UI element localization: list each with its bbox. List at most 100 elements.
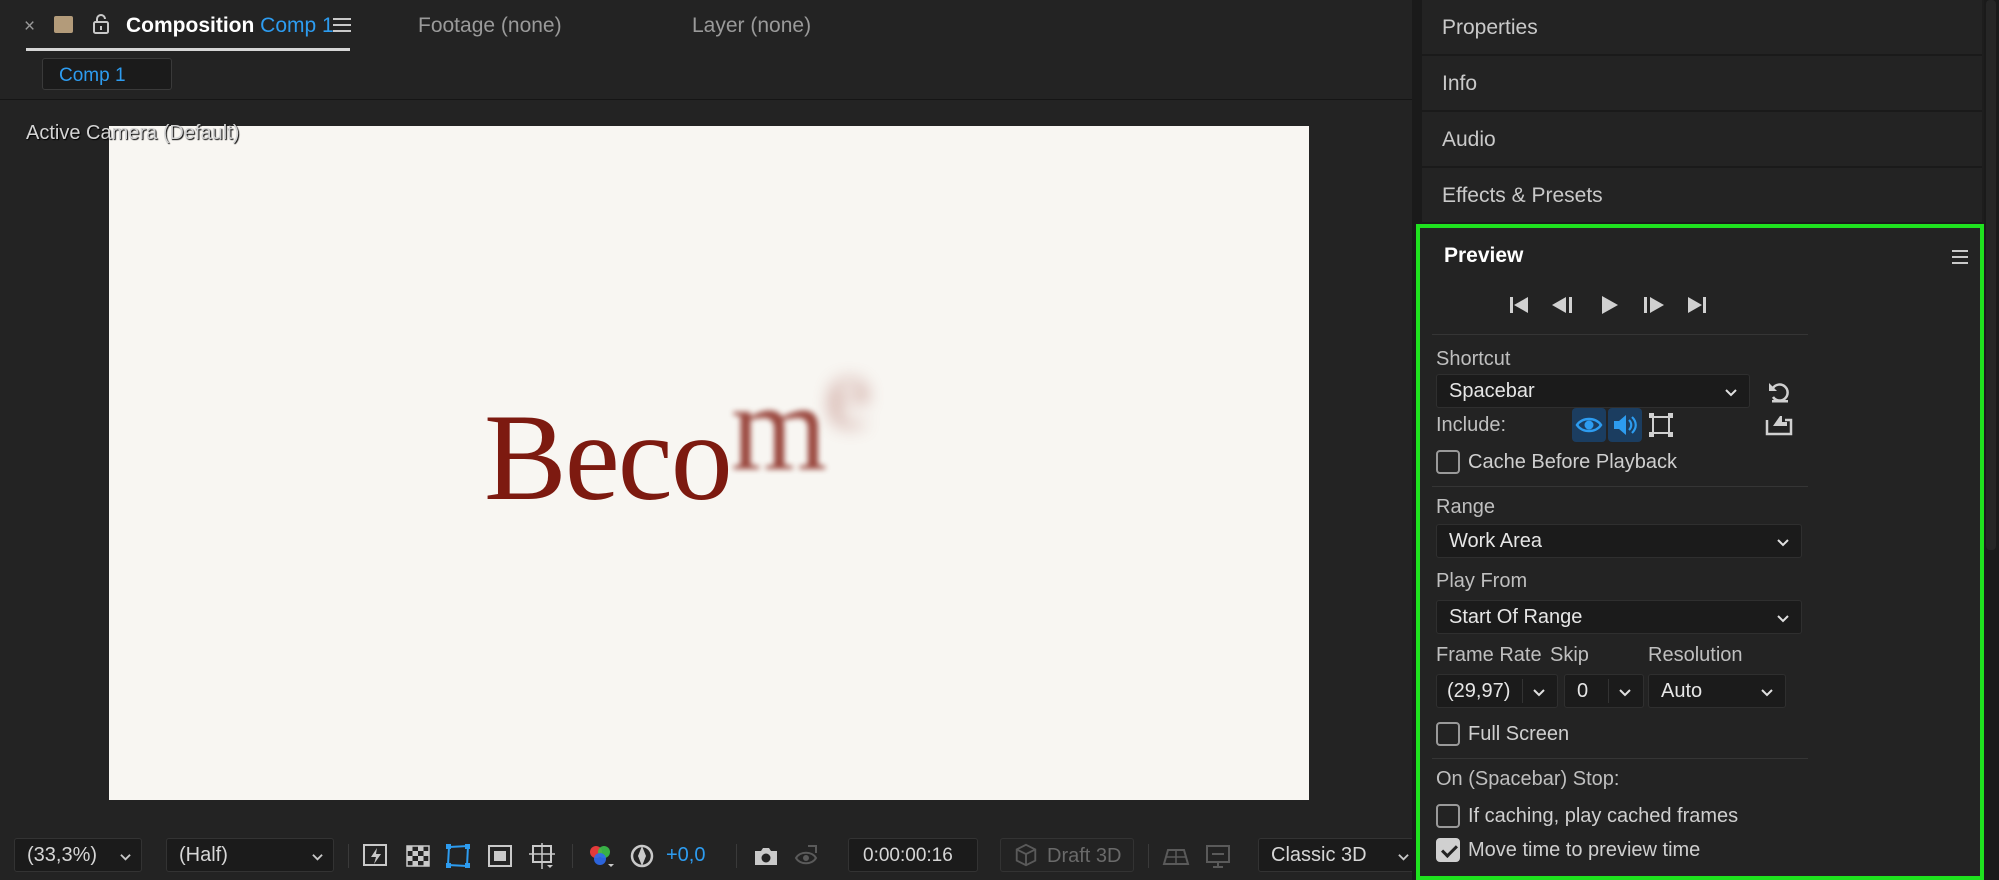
transparency-grid-icon[interactable]: [404, 842, 432, 870]
toolbar-divider: [1148, 844, 1149, 868]
draft-3d-toggle[interactable]: Draft 3D: [1000, 838, 1134, 872]
info-panel-header[interactable]: Info: [1422, 56, 1982, 110]
first-frame-icon[interactable]: [1506, 292, 1532, 318]
grid-guides-icon[interactable]: [528, 842, 556, 870]
resolution-value: Auto: [1661, 680, 1703, 702]
include-audio-toggle[interactable]: [1608, 408, 1642, 442]
panel-menu-icon[interactable]: [1952, 250, 1968, 264]
composition-canvas[interactable]: Become: [109, 126, 1309, 800]
effects-presets-panel-title: Effects & Presets: [1442, 184, 1603, 207]
section-divider: [1432, 486, 1808, 487]
region-of-interest-icon[interactable]: [486, 842, 514, 870]
skip-label: Skip: [1550, 644, 1589, 666]
3d-view-icon[interactable]: [1204, 842, 1232, 870]
mask-visibility-icon[interactable]: [444, 842, 472, 870]
resolution-label: Resolution: [1648, 644, 1743, 666]
chevron-down-icon: [1533, 689, 1545, 697]
zoom-value: (33,3%): [27, 844, 98, 866]
tab-composition-label: Composition: [126, 14, 255, 37]
resolution-dropdown[interactable]: (Half): [166, 838, 334, 872]
section-divider: [1432, 758, 1808, 759]
chevron-down-icon: [120, 854, 131, 861]
active-camera-label: Active Camera (Default): [26, 122, 240, 144]
previous-frame-icon[interactable]: [1550, 292, 1576, 318]
tab-composition-name: Comp 1: [260, 14, 334, 37]
composition-toolbar: (33,3%) (Half) +0,0 0:00:00:16 Draft 3D …: [0, 830, 1420, 880]
canvas-text-main: Beco: [484, 389, 733, 526]
fast-previews-icon[interactable]: [362, 842, 390, 870]
include-overlays-toggle[interactable]: [1644, 408, 1678, 442]
on-stop-label: On (Spacebar) Stop:: [1436, 768, 1620, 790]
play-from-label: Play From: [1436, 570, 1528, 592]
toolbar-divider: [348, 844, 349, 868]
active-tab-underline: [26, 48, 350, 51]
play-from-value: Start Of Range: [1449, 606, 1583, 628]
lock-icon[interactable]: [91, 13, 111, 35]
eye-icon: [1575, 417, 1603, 433]
color-channels-icon[interactable]: [586, 842, 614, 870]
canvas-text-layer[interactable]: Become: [484, 341, 871, 520]
skip-value: 0: [1577, 680, 1589, 702]
range-dropdown[interactable]: Work Area: [1436, 524, 1802, 558]
shortcut-label: Shortcut: [1436, 348, 1511, 370]
shortcut-dropdown[interactable]: Spacebar: [1436, 374, 1750, 408]
composition-viewer[interactable]: Active Camera (Default) Become: [0, 100, 1412, 830]
include-video-toggle[interactable]: [1572, 408, 1606, 442]
show-snapshot-icon[interactable]: [792, 842, 820, 870]
effects-presets-panel-header[interactable]: Effects & Presets: [1422, 168, 1982, 222]
frame-rate-label: Frame Rate: [1436, 644, 1542, 666]
right-scrollbar-thumb[interactable]: [1986, 0, 1996, 550]
properties-panel-title: Properties: [1442, 16, 1538, 39]
exposure-value[interactable]: +0,0: [666, 844, 705, 867]
tab-layer[interactable]: Layer (none): [692, 14, 811, 38]
properties-panel-header[interactable]: Properties: [1422, 0, 1982, 54]
cache-before-playback-label: Cache Before Playback: [1468, 451, 1678, 473]
if-caching-label: If caching, play cached frames: [1468, 805, 1739, 827]
speaker-icon: [1614, 415, 1637, 435]
dropdown-separator: [1522, 679, 1523, 703]
renderer-dropdown[interactable]: Classic 3D: [1258, 838, 1420, 872]
canvas-text-blur-2: e: [825, 335, 871, 450]
toolbar-divider: [572, 844, 573, 868]
current-time-display[interactable]: 0:00:00:16: [848, 838, 978, 872]
chevron-down-icon: [312, 854, 323, 861]
comp-navigator-bar: Comp 1: [0, 56, 1412, 100]
overlay-frame-icon: [1649, 413, 1673, 437]
range-value: Work Area: [1449, 530, 1542, 552]
include-label: Include:: [1436, 414, 1507, 436]
next-frame-icon[interactable]: [1640, 292, 1666, 318]
play-from-dropdown[interactable]: Start Of Range: [1436, 600, 1802, 634]
draft-3d-label: Draft 3D: [1047, 845, 1122, 867]
resolution-value: (Half): [179, 844, 228, 866]
checkbox-box: [1436, 450, 1460, 474]
renderer-value: Classic 3D: [1271, 844, 1367, 866]
composition-tab-bar: × Composition Comp 1 Footage (none) Laye…: [0, 0, 1412, 56]
audio-panel-header[interactable]: Audio: [1422, 112, 1982, 166]
chevron-down-icon: [1619, 689, 1631, 697]
info-panel-title: Info: [1442, 72, 1478, 95]
preview-panel: Preview Shortcut Spacebar Include: Cache…: [1416, 224, 1984, 880]
close-tab-icon[interactable]: ×: [24, 16, 35, 38]
zoom-dropdown[interactable]: (33,3%): [14, 838, 142, 872]
tab-footage[interactable]: Footage (none): [418, 14, 562, 38]
last-frame-icon[interactable]: [1684, 292, 1710, 318]
play-icon[interactable]: [1596, 292, 1622, 318]
comp-color-swatch: [54, 16, 73, 33]
3d-ground-plane-icon[interactable]: [1162, 842, 1190, 870]
panel-menu-icon[interactable]: [333, 18, 351, 32]
reset-shortcut-icon[interactable]: [1766, 378, 1794, 406]
dropdown-separator: [1608, 679, 1609, 703]
shortcut-value: Spacebar: [1449, 380, 1535, 402]
resolution-dropdown[interactable]: Auto: [1648, 674, 1786, 708]
chevron-down-icon: [1725, 389, 1737, 397]
comp-navigator-chip[interactable]: Comp 1: [42, 58, 172, 90]
range-label: Range: [1436, 496, 1495, 518]
toolbar-divider: [736, 844, 737, 868]
checkbox-box: [1436, 722, 1460, 746]
export-output-icon[interactable]: [1764, 410, 1794, 440]
snapshot-camera-icon[interactable]: [752, 842, 780, 870]
skip-dropdown[interactable]: 0: [1564, 674, 1644, 708]
frame-rate-dropdown[interactable]: (29,97): [1436, 674, 1558, 708]
reset-exposure-icon[interactable]: [628, 842, 656, 870]
tab-composition[interactable]: Composition Comp 1: [126, 14, 334, 38]
